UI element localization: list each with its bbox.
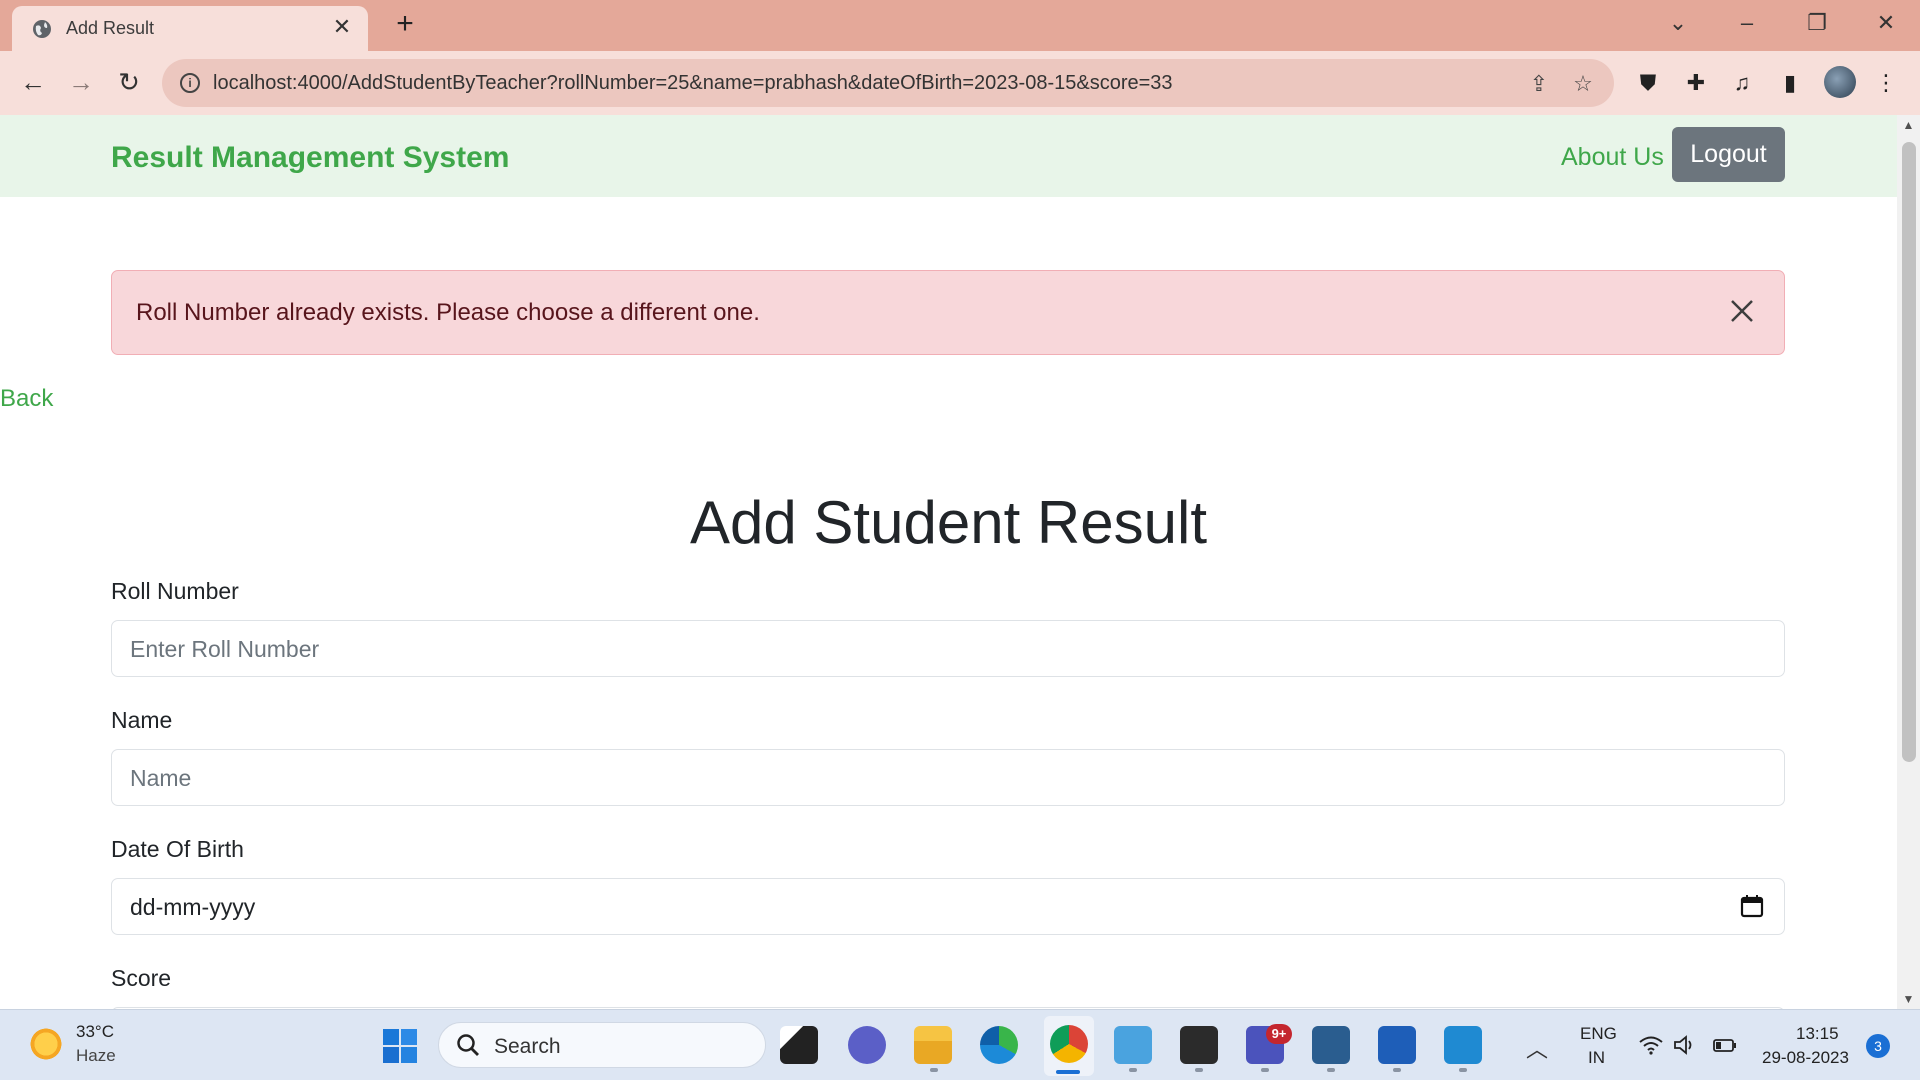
close-tab-icon[interactable]: ✕: [330, 15, 354, 39]
dob-value: dd-mm-yyyy: [130, 894, 256, 920]
database-tool-running-dot: [1327, 1068, 1335, 1072]
scroll-down-arrow-icon[interactable]: ▼: [1897, 989, 1920, 1009]
menu-kebab-icon[interactable]: ⋮: [1872, 69, 1900, 97]
side-panel-icon[interactable]: ▮: [1776, 69, 1804, 97]
scroll-up-arrow-icon[interactable]: ▲: [1897, 115, 1920, 135]
globe-icon: [33, 20, 51, 38]
search-label: Search: [494, 1035, 561, 1058]
name-input[interactable]: Name: [111, 749, 1785, 806]
task-view-icon[interactable]: [780, 1026, 818, 1064]
word-icon[interactable]: [1378, 1026, 1416, 1064]
score-label: Score: [111, 965, 172, 991]
name-label: Name: [111, 707, 173, 733]
page-viewport: Result Management System About Us Logout…: [0, 115, 1897, 1009]
back-link[interactable]: Back: [0, 385, 53, 413]
notepad-running-dot: [1129, 1068, 1137, 1072]
wifi-icon[interactable]: [1638, 1034, 1664, 1056]
search-icon: [457, 1034, 479, 1056]
word-running-dot: [1393, 1068, 1401, 1072]
share-icon[interactable]: ⇪: [1526, 71, 1552, 97]
terminal-icon[interactable]: [1180, 1026, 1218, 1064]
browser-tabstrip: Add Result ✕ + ⌄ – ❐ ✕: [0, 0, 1920, 51]
page-title: Add Student Result: [689, 489, 1207, 556]
dob-label: Date Of Birth: [111, 836, 244, 862]
reload-icon[interactable]: ↻: [112, 65, 146, 99]
back-arrow-icon[interactable]: ←: [16, 65, 50, 99]
extensions-puzzle-icon[interactable]: ✚: [1682, 69, 1710, 97]
address-bar[interactable]: i localhost:4000/AddStudentByTeacher?rol…: [162, 59, 1614, 107]
roll-number-input[interactable]: Enter Roll Number: [111, 620, 1785, 677]
vscode-icon[interactable]: [1444, 1026, 1482, 1064]
browser-toolbar: ← → ↻ i localhost:4000/AddStudentByTeach…: [0, 51, 1920, 115]
notification-count-badge[interactable]: 3: [1866, 1034, 1890, 1058]
volume-icon[interactable]: [1672, 1034, 1698, 1056]
site-info-icon[interactable]: i: [180, 73, 200, 93]
vscode-running-dot: [1459, 1068, 1467, 1072]
bookmark-star-icon[interactable]: ☆: [1570, 71, 1596, 97]
roll-number-placeholder: Enter Roll Number: [130, 636, 320, 662]
page-scrollbar[interactable]: ▲ ▼: [1897, 115, 1920, 1009]
site-navbar: Result Management System About Us Logout: [0, 115, 1897, 197]
file-explorer-icon[interactable]: [914, 1026, 952, 1064]
dob-input[interactable]: dd-mm-yyyy: [111, 878, 1785, 935]
notepad-icon[interactable]: [1114, 1026, 1152, 1064]
brand-title[interactable]: Result Management System: [111, 141, 509, 175]
roll-number-label: Roll Number: [111, 578, 239, 604]
calendar-icon[interactable]: [1740, 894, 1764, 918]
taskbar-search[interactable]: Search: [438, 1022, 766, 1068]
logout-button[interactable]: Logout: [1672, 127, 1785, 182]
extension-shield-icon[interactable]: ⛊: [1634, 69, 1662, 97]
show-hidden-icons-chevron-icon[interactable]: ︿: [1526, 1032, 1548, 1064]
new-tab-button[interactable]: +: [390, 9, 420, 40]
windows-start-icon[interactable]: [382, 1028, 418, 1064]
windows-taskbar: 33°C Haze Search 9+ ︿ ENG IN 13:15 29-08…: [0, 1009, 1920, 1080]
tab-search-chevron-icon[interactable]: ⌄: [1658, 8, 1698, 38]
clock-time[interactable]: 13:15: [1796, 1024, 1839, 1044]
language-line1[interactable]: ENG: [1580, 1024, 1617, 1044]
edge-browser-icon[interactable]: [980, 1026, 1018, 1064]
terminal-running-dot: [1195, 1068, 1203, 1072]
chrome-browser-icon[interactable]: [1050, 1025, 1088, 1063]
chrome-active-indicator: [1056, 1070, 1080, 1074]
close-icon[interactable]: [1724, 293, 1760, 329]
media-control-icon[interactable]: ♫: [1728, 69, 1756, 97]
browser-tab-active[interactable]: Add Result ✕: [12, 6, 368, 51]
tab-title: Add Result: [66, 18, 155, 38]
file-explorer-running-dot: [930, 1068, 938, 1072]
teams-badge: 9+: [1266, 1024, 1292, 1044]
alert-message: Roll Number already exists. Please choos…: [136, 299, 760, 326]
chat-video-icon[interactable]: [848, 1026, 886, 1064]
forward-arrow-icon[interactable]: →: [64, 65, 98, 99]
clock-date[interactable]: 29-08-2023: [1762, 1048, 1849, 1068]
database-tool-icon[interactable]: [1312, 1026, 1350, 1064]
minimize-button[interactable]: –: [1727, 8, 1767, 38]
about-us-link[interactable]: About Us: [1561, 143, 1664, 172]
weather-temperature[interactable]: 33°C: [76, 1022, 114, 1042]
error-alert: Roll Number already exists. Please choos…: [111, 270, 1785, 355]
profile-avatar[interactable]: [1824, 66, 1856, 98]
language-line2[interactable]: IN: [1588, 1048, 1605, 1068]
teams-running-dot: [1261, 1068, 1269, 1072]
name-placeholder: Name: [130, 765, 192, 791]
weather-description[interactable]: Haze: [76, 1046, 116, 1066]
scrollbar-thumb[interactable]: [1902, 142, 1916, 762]
address-url[interactable]: localhost:4000/AddStudentByTeacher?rollN…: [213, 72, 1173, 95]
weather-sun-icon[interactable]: [28, 1026, 64, 1062]
close-window-button[interactable]: ✕: [1866, 8, 1906, 38]
battery-icon[interactable]: [1712, 1034, 1738, 1056]
restore-button[interactable]: ❐: [1797, 8, 1837, 38]
